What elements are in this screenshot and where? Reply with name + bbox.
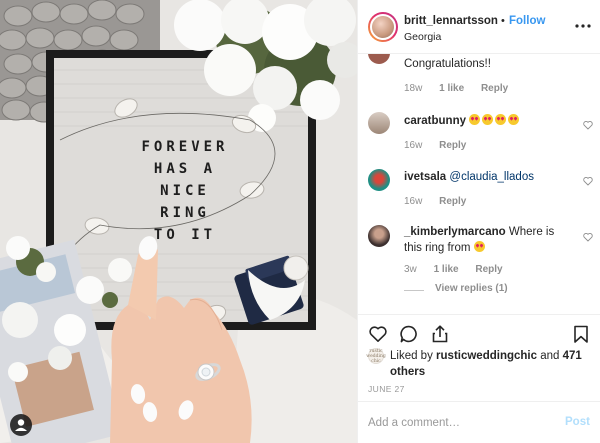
comment-text: _kimberlymarcano Where is this ring from xyxy=(404,224,574,256)
comment-avatar[interactable] xyxy=(368,54,390,64)
heart-icon[interactable] xyxy=(368,324,388,344)
comment-reply-button[interactable]: Reply xyxy=(481,83,508,94)
comment-username[interactable]: ivetsala xyxy=(404,171,446,183)
comment-likes[interactable]: 1 like xyxy=(434,264,459,275)
board-line: HAS A xyxy=(153,161,217,177)
tagged-users-button[interactable] xyxy=(10,414,32,436)
heart-eyes-emoji xyxy=(473,241,485,252)
post-comment-button[interactable]: Post xyxy=(565,416,590,428)
replies-divider xyxy=(404,290,424,291)
heart-eyes-emoji xyxy=(469,114,481,125)
liker-avatar[interactable]: rustic wedding chic xyxy=(366,348,386,364)
board-line: NICE xyxy=(160,183,210,199)
comment-text: caratbunny xyxy=(404,113,574,129)
separator-dot: • xyxy=(501,15,505,27)
share-icon[interactable] xyxy=(430,324,450,344)
comment-like-heart-icon[interactable] xyxy=(583,232,593,242)
board-line: TO IT xyxy=(153,227,217,243)
person-icon xyxy=(15,419,27,431)
comment-reply-button[interactable]: Reply xyxy=(439,140,466,151)
heart-eyes-emoji xyxy=(482,114,494,125)
comment-time[interactable]: 3w xyxy=(404,264,417,275)
heart-eyes-emoji xyxy=(495,114,507,125)
author-username[interactable]: britt_lennartsson xyxy=(404,15,498,27)
comment-text: Congratulations!! xyxy=(404,58,491,70)
comment-reply-button[interactable]: Reply xyxy=(475,264,502,275)
board-line: RING xyxy=(160,205,210,221)
comment-icon[interactable] xyxy=(399,324,419,344)
comment-avatar[interactable] xyxy=(368,112,390,134)
post-header: britt_lennartsson • Follow Georgia xyxy=(358,0,600,54)
likes-text: Liked by rusticweddingchic and 471 other… xyxy=(390,348,590,380)
comment-input[interactable] xyxy=(368,413,538,433)
likes-and: and xyxy=(540,350,560,362)
comment-time[interactable]: 18w xyxy=(404,83,422,94)
post-actions xyxy=(358,314,600,350)
more-horizontal-icon[interactable] xyxy=(574,19,592,33)
comment-meta: 16w Reply xyxy=(404,140,480,151)
comment-time[interactable]: 16w xyxy=(404,140,422,151)
comment-mention-link[interactable]: @claudia_llados xyxy=(449,171,534,183)
comment-meta: 16w Reply xyxy=(404,196,480,207)
comment-meta: 18w 1 like Reply xyxy=(404,83,522,94)
post-photo[interactable]: FOREVER HAS A NICE RING TO IT xyxy=(0,0,357,443)
comment-likes[interactable]: 1 like xyxy=(439,83,464,94)
comment-meta: 3w 1 like Reply xyxy=(404,264,517,275)
comment-username[interactable]: _kimberlymarcano xyxy=(404,226,506,238)
board-line: FOREVER xyxy=(141,139,229,155)
comment-time[interactable]: 16w xyxy=(404,196,422,207)
view-replies-button[interactable]: View replies (1) xyxy=(435,283,508,294)
likes-prefix: Liked by xyxy=(390,350,433,362)
post-location[interactable]: Georgia xyxy=(404,31,441,43)
letter-board-text: FOREVER HAS A NICE RING TO IT xyxy=(110,136,260,246)
comment-avatar[interactable] xyxy=(368,169,390,191)
liker-username[interactable]: rusticweddingchic xyxy=(436,350,537,362)
comment-text: ivetsala @claudia_llados xyxy=(404,169,574,185)
bookmark-icon[interactable] xyxy=(571,324,591,344)
liker-avatar-text: rustic wedding chic xyxy=(366,348,386,364)
add-comment-bar: Post xyxy=(358,401,600,443)
heart-eyes-emoji xyxy=(508,114,520,125)
comments-list[interactable]: Congratulations!! 18w 1 like Reply carat… xyxy=(358,54,600,314)
comment-like-heart-icon[interactable] xyxy=(583,120,593,130)
comment-avatar[interactable] xyxy=(368,225,390,247)
post-sidebar: britt_lennartsson • Follow Georgia Congr… xyxy=(357,0,600,443)
follow-button[interactable]: Follow xyxy=(509,15,545,27)
post-date[interactable]: JUNE 27 xyxy=(368,384,405,394)
comment-like-heart-icon[interactable] xyxy=(583,176,593,186)
author-avatar[interactable] xyxy=(368,12,398,42)
comment-username[interactable]: caratbunny xyxy=(404,115,466,127)
comment-reply-button[interactable]: Reply xyxy=(439,196,466,207)
